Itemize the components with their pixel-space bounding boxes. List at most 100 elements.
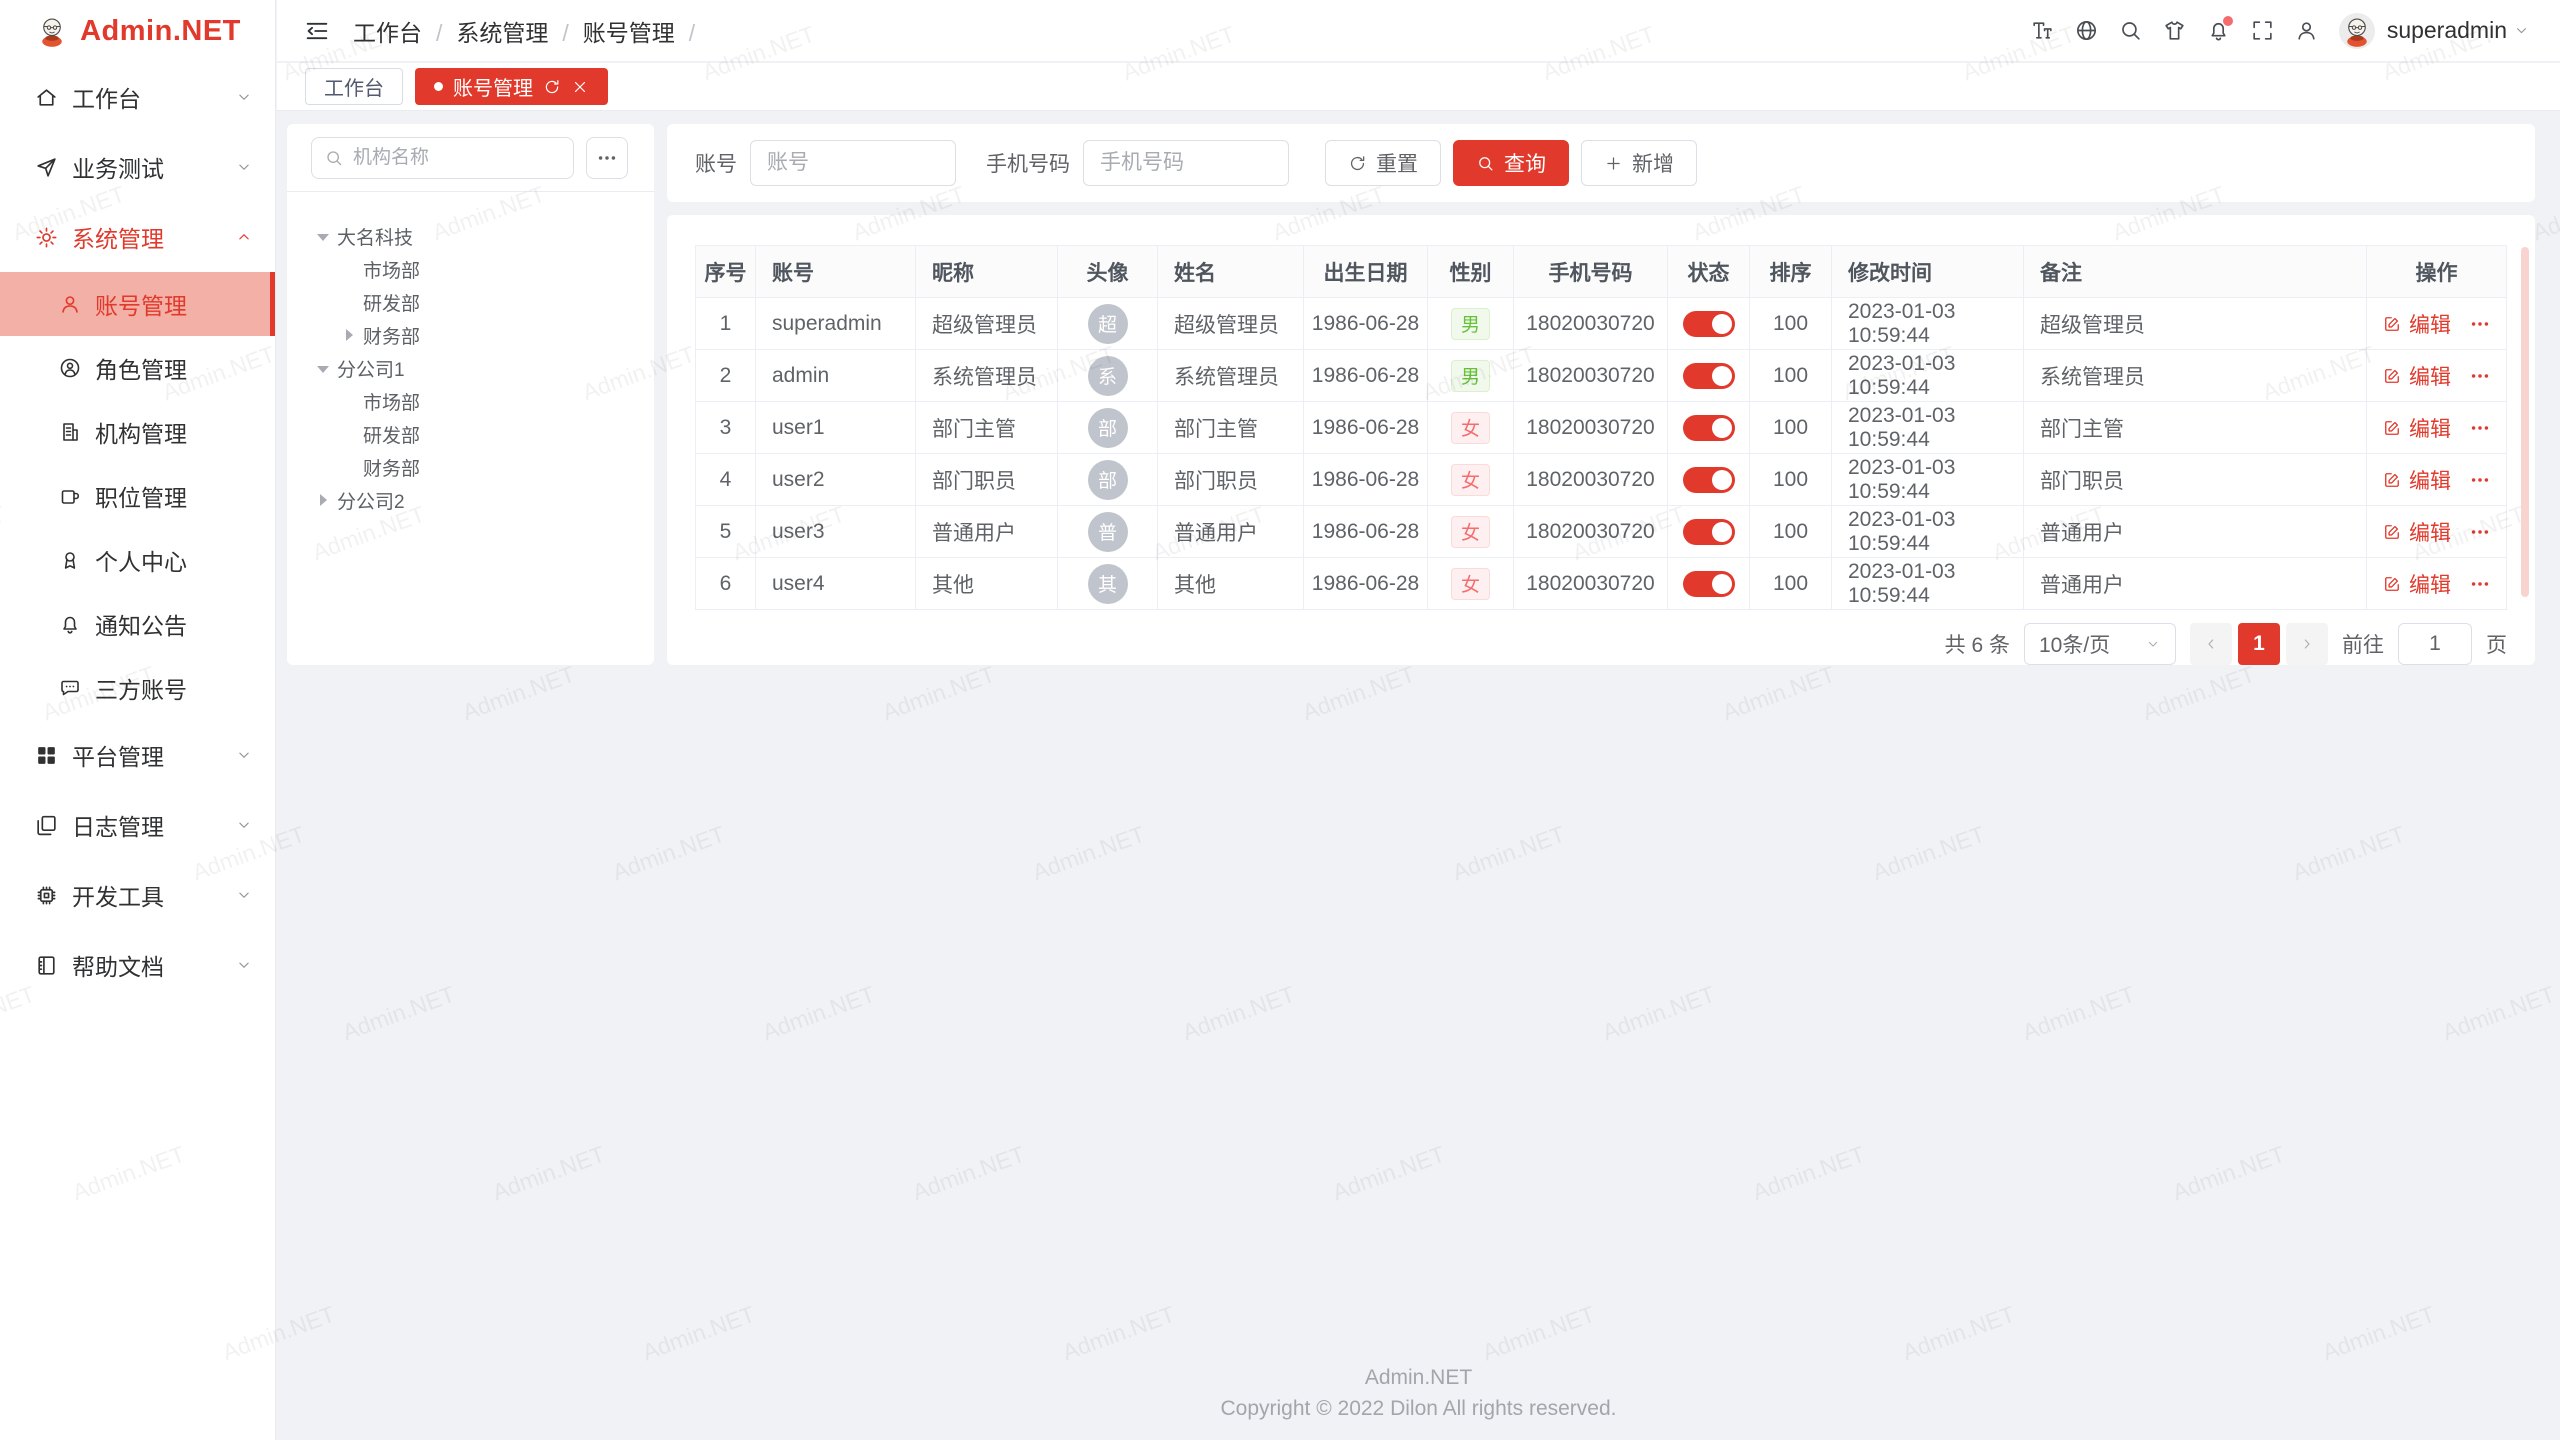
org-search-input[interactable]: [353, 147, 561, 169]
add-button[interactable]: 新增: [1581, 140, 1697, 186]
next-page-button[interactable]: [2286, 623, 2328, 665]
avatar: 部: [1088, 408, 1128, 448]
edit-button[interactable]: 编辑: [2382, 361, 2451, 391]
menu-fold-button[interactable]: [303, 16, 333, 46]
app-title: Admin.NET: [80, 15, 241, 48]
tab-workbench[interactable]: 工作台: [305, 68, 403, 105]
goto-page-input[interactable]: [2398, 623, 2472, 665]
status-toggle[interactable]: [1683, 311, 1735, 337]
profile-icon[interactable]: [2285, 9, 2329, 53]
row-more-button[interactable]: [2469, 573, 2491, 595]
sidebar-subitem[interactable]: 三方账号: [0, 656, 275, 720]
sidebar-subitem[interactable]: 通知公告: [0, 592, 275, 656]
tree-caret-icon[interactable]: [317, 494, 337, 507]
chevron-down-icon[interactable]: [2513, 22, 2530, 39]
close-icon[interactable]: [571, 78, 589, 96]
cell-account: user4: [756, 558, 916, 610]
tree-caret-icon[interactable]: [343, 329, 363, 342]
row-more-button[interactable]: [2469, 469, 2491, 491]
tree-node-label: 财务部: [363, 454, 420, 481]
row-more-button[interactable]: [2469, 313, 2491, 335]
tree-node[interactable]: 财务部: [305, 319, 654, 352]
tree-caret-icon[interactable]: [317, 230, 337, 243]
tree-node[interactable]: 大名科技: [305, 220, 654, 253]
breadcrumb-item[interactable]: 账号管理: [583, 14, 709, 48]
username[interactable]: superadmin: [2387, 17, 2507, 44]
cell-modified: 2023-01-03 10:59:44: [1832, 558, 2024, 610]
phone-input[interactable]: [1083, 140, 1289, 186]
row-more-button[interactable]: [2469, 521, 2491, 543]
pagination: 共 6 条 10条/页 1 前往 页: [695, 623, 2507, 665]
status-toggle[interactable]: [1683, 571, 1735, 597]
status-toggle[interactable]: [1683, 415, 1735, 441]
logs-icon: [34, 813, 59, 838]
col-header-status: 状态: [1668, 246, 1750, 298]
edit-button[interactable]: 编辑: [2382, 309, 2451, 339]
query-button[interactable]: 查询: [1453, 140, 1569, 186]
breadcrumb-item[interactable]: 工作台: [353, 14, 456, 48]
tree-node-label: 分公司2: [337, 487, 405, 514]
page-size-select[interactable]: 10条/页: [2024, 623, 2176, 665]
tree-node[interactable]: 分公司2: [305, 484, 654, 517]
refresh-icon[interactable]: [543, 78, 561, 96]
avatar: 超: [1088, 304, 1128, 344]
table-scrollbar-thumb[interactable]: [2521, 247, 2529, 597]
account-input[interactable]: [750, 140, 956, 186]
tree-caret-icon[interactable]: [343, 461, 363, 474]
sidebar-item[interactable]: 帮助文档: [0, 930, 275, 1000]
prev-page-button[interactable]: [2190, 623, 2232, 665]
sidebar-subitem[interactable]: 账号管理: [0, 272, 275, 336]
status-toggle[interactable]: [1683, 363, 1735, 389]
sidebar-item[interactable]: 日志管理: [0, 790, 275, 860]
sidebar-subitem[interactable]: 个人中心: [0, 528, 275, 592]
tree-caret-icon[interactable]: [343, 263, 363, 276]
edit-button[interactable]: 编辑: [2382, 413, 2451, 443]
sidebar-item[interactable]: 业务测试: [0, 132, 275, 202]
tree-node[interactable]: 研发部: [305, 286, 654, 319]
tree-caret-icon[interactable]: [343, 395, 363, 408]
reset-button[interactable]: 重置: [1325, 140, 1441, 186]
row-more-button[interactable]: [2469, 417, 2491, 439]
cell-gender: 女: [1428, 506, 1514, 558]
app-logo[interactable]: Admin.NET: [0, 0, 275, 62]
tree-caret-icon[interactable]: [317, 362, 337, 375]
tree-node[interactable]: 市场部: [305, 385, 654, 418]
sidebar-item[interactable]: 开发工具: [0, 860, 275, 930]
header-actions: superadmin: [2021, 9, 2530, 53]
sidebar-subitem[interactable]: 机构管理: [0, 400, 275, 464]
tree-node[interactable]: 财务部: [305, 451, 654, 484]
tab-account-management[interactable]: 账号管理: [415, 68, 608, 105]
notification-icon[interactable]: [2197, 9, 2241, 53]
edit-button[interactable]: 编辑: [2382, 517, 2451, 547]
user-avatar[interactable]: [2339, 13, 2375, 49]
sidebar-subitem[interactable]: 角色管理: [0, 336, 275, 400]
sidebar-subitem-label: 三方账号: [95, 671, 187, 705]
tree-node[interactable]: 分公司1: [305, 352, 654, 385]
row-more-button[interactable]: [2469, 365, 2491, 387]
gender-badge: 女: [1451, 516, 1490, 548]
breadcrumb-item[interactable]: 系统管理: [456, 14, 582, 48]
sidebar-subitem[interactable]: 职位管理: [0, 464, 275, 528]
edit-button[interactable]: 编辑: [2382, 465, 2451, 495]
font-size-icon[interactable]: [2021, 9, 2065, 53]
language-icon[interactable]: [2065, 9, 2109, 53]
more-dots-icon: [596, 147, 618, 169]
tree-node[interactable]: 研发部: [305, 418, 654, 451]
tree-more-button[interactable]: [586, 137, 628, 179]
tree-caret-icon[interactable]: [343, 428, 363, 441]
edit-icon: [2382, 314, 2402, 334]
search-icon[interactable]: [2109, 9, 2153, 53]
theme-icon[interactable]: [2153, 9, 2197, 53]
sidebar-item-system-management[interactable]: 系统管理: [0, 202, 275, 272]
sidebar-item[interactable]: 工作台: [0, 62, 275, 132]
status-toggle[interactable]: [1683, 519, 1735, 545]
table-row: 3 user1 部门主管 部 部门主管 1986-06-28 女 1802003…: [696, 402, 2507, 454]
cell-gender: 女: [1428, 454, 1514, 506]
tree-node[interactable]: 市场部: [305, 253, 654, 286]
page-number-button[interactable]: 1: [2238, 623, 2280, 665]
edit-button[interactable]: 编辑: [2382, 569, 2451, 599]
status-toggle[interactable]: [1683, 467, 1735, 493]
sidebar-item[interactable]: 平台管理: [0, 720, 275, 790]
tree-caret-icon[interactable]: [343, 296, 363, 309]
fullscreen-icon[interactable]: [2241, 9, 2285, 53]
